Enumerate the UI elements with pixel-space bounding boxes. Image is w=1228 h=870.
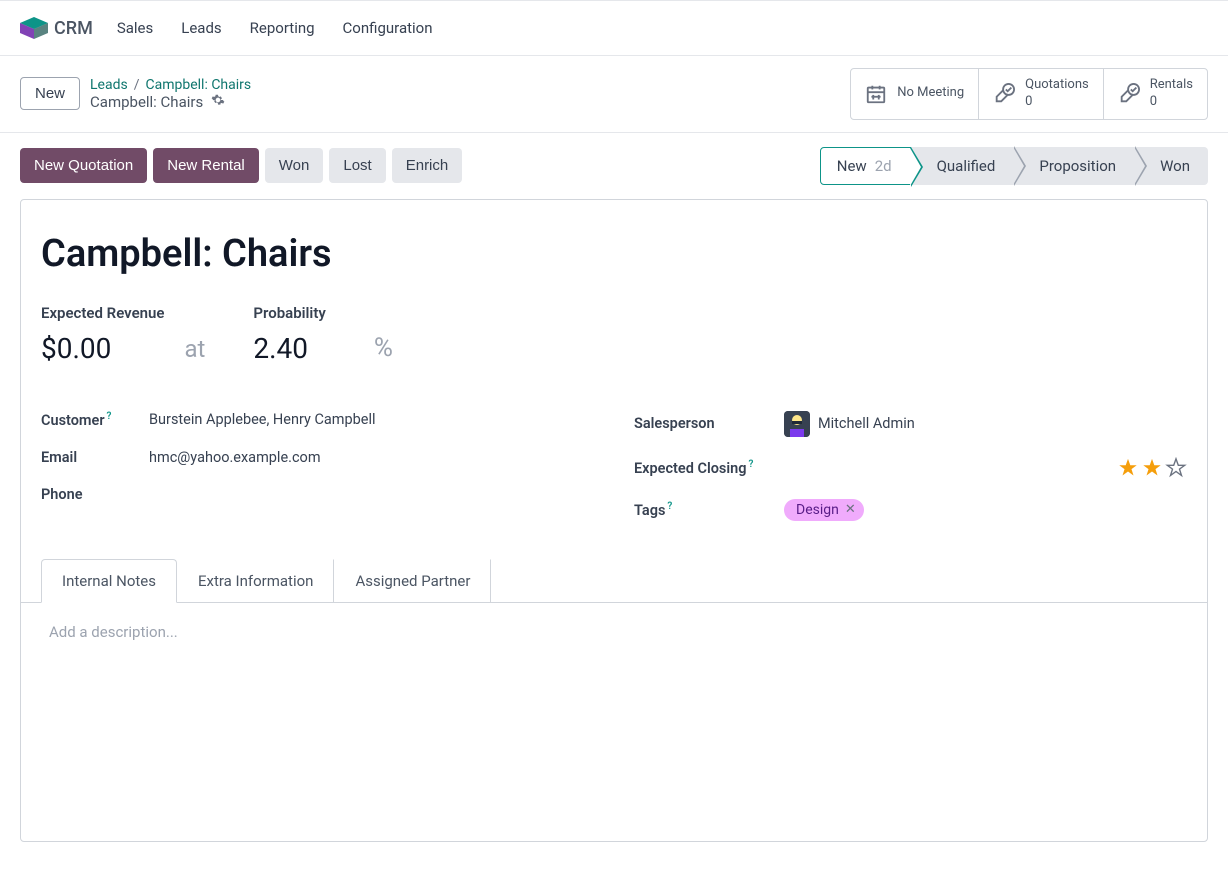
edit-icon [1118,83,1140,105]
tab-assigned-partner[interactable]: Assigned Partner [334,559,491,603]
stage-new[interactable]: New 2d [820,147,911,185]
probability-label: Probability [253,304,325,322]
breadcrumb-leads[interactable]: Leads [90,77,128,93]
enrich-button[interactable]: Enrich [392,148,463,183]
help-icon[interactable]: ? [749,459,754,470]
lead-title[interactable]: Campbell: Chairs [41,232,1187,276]
stage-label: Qualified [937,157,996,175]
avatar-icon [784,411,810,437]
help-icon[interactable]: ? [107,411,112,422]
star-icon[interactable] [1117,457,1139,479]
salesperson-value[interactable]: Mitchell Admin [784,411,915,437]
app-logo[interactable]: CRM [20,17,93,39]
new-quotation-button[interactable]: New Quotation [20,148,147,183]
star-icon[interactable] [1165,457,1187,479]
expected-revenue-value[interactable]: $0.00 [41,332,164,365]
action-row: New Quotation New Rental Won Lost Enrich… [0,133,1228,185]
stat-boxes: No Meeting Quotations 0 Rentals 0 [850,68,1208,120]
tag-design[interactable]: Design✕ [784,499,864,521]
expected-closing-label: Expected Closing? [634,459,784,477]
app-name: CRM [54,18,93,39]
stage-bar: New 2d Qualified Proposition Won [820,147,1208,185]
priority-stars[interactable] [1117,457,1187,479]
tags-label: Tags? [634,501,784,519]
nav-sales[interactable]: Sales [117,19,153,37]
breadcrumb-sep: / [134,77,140,93]
page-title: Campbell: Chairs [90,93,203,111]
stage-label: Won [1160,157,1190,175]
nav-items: Sales Leads Reporting Configuration [117,19,433,37]
nav-leads[interactable]: Leads [181,19,221,37]
customer-label: Customer? [41,411,149,429]
gear-icon[interactable] [211,93,225,111]
tag-remove-icon[interactable]: ✕ [845,502,856,517]
top-nav: CRM Sales Leads Reporting Configuration [0,0,1228,56]
description-input[interactable]: Add a description... [49,623,1179,641]
help-icon[interactable]: ? [667,501,672,512]
won-button[interactable]: Won [265,148,324,183]
tabs: Internal Notes Extra Information Assigne… [21,559,1207,603]
tab-content: Add a description... [41,603,1187,841]
nav-reporting[interactable]: Reporting [250,19,315,37]
stat-quotations-label: Quotations [1025,77,1089,94]
stat-quotations[interactable]: Quotations 0 [979,69,1104,119]
lost-button[interactable]: Lost [329,148,385,183]
customer-value[interactable]: Burstein Applebee, Henry Campbell [149,411,376,428]
probability-value[interactable]: 2.40 [253,332,325,365]
new-button[interactable]: New [20,77,80,110]
form-sheet: Campbell: Chairs Expected Revenue $0.00 … [20,199,1208,842]
nav-configuration[interactable]: Configuration [343,19,433,37]
stage-qualified[interactable]: Qualified [911,147,1014,185]
new-rental-button[interactable]: New Rental [153,148,259,183]
stat-rentals-label: Rentals [1150,77,1193,94]
edit-icon [993,83,1015,105]
control-panel: New Leads / Campbell: Chairs Campbell: C… [0,56,1228,133]
star-icon[interactable] [1141,457,1163,479]
email-label: Email [41,449,149,466]
stage-label: Proposition [1039,157,1116,175]
stat-rentals-count: 0 [1150,94,1193,111]
stage-proposition[interactable]: Proposition [1013,147,1134,185]
stage-duration: 2d [875,157,892,175]
phone-label: Phone [41,486,149,503]
expected-revenue-label: Expected Revenue [41,304,164,322]
tags-value[interactable]: Design✕ [784,499,864,521]
salesperson-label: Salesperson [634,415,784,432]
calendar-icon [865,83,887,105]
percent-text: % [374,333,393,363]
email-value[interactable]: hmc@yahoo.example.com [149,449,321,466]
breadcrumb-current[interactable]: Campbell: Chairs [146,77,252,93]
tab-internal-notes[interactable]: Internal Notes [41,559,177,603]
stat-meeting-label: No Meeting [897,85,964,102]
breadcrumb: Leads / Campbell: Chairs Campbell: Chair… [90,77,251,111]
stat-meeting[interactable]: No Meeting [851,69,979,119]
tab-extra-information[interactable]: Extra Information [177,559,334,603]
stage-label: New [837,157,867,175]
at-text: at [184,335,205,363]
stat-rentals[interactable]: Rentals 0 [1104,69,1207,119]
stat-quotations-count: 0 [1025,94,1089,111]
crm-logo-icon [20,17,48,39]
